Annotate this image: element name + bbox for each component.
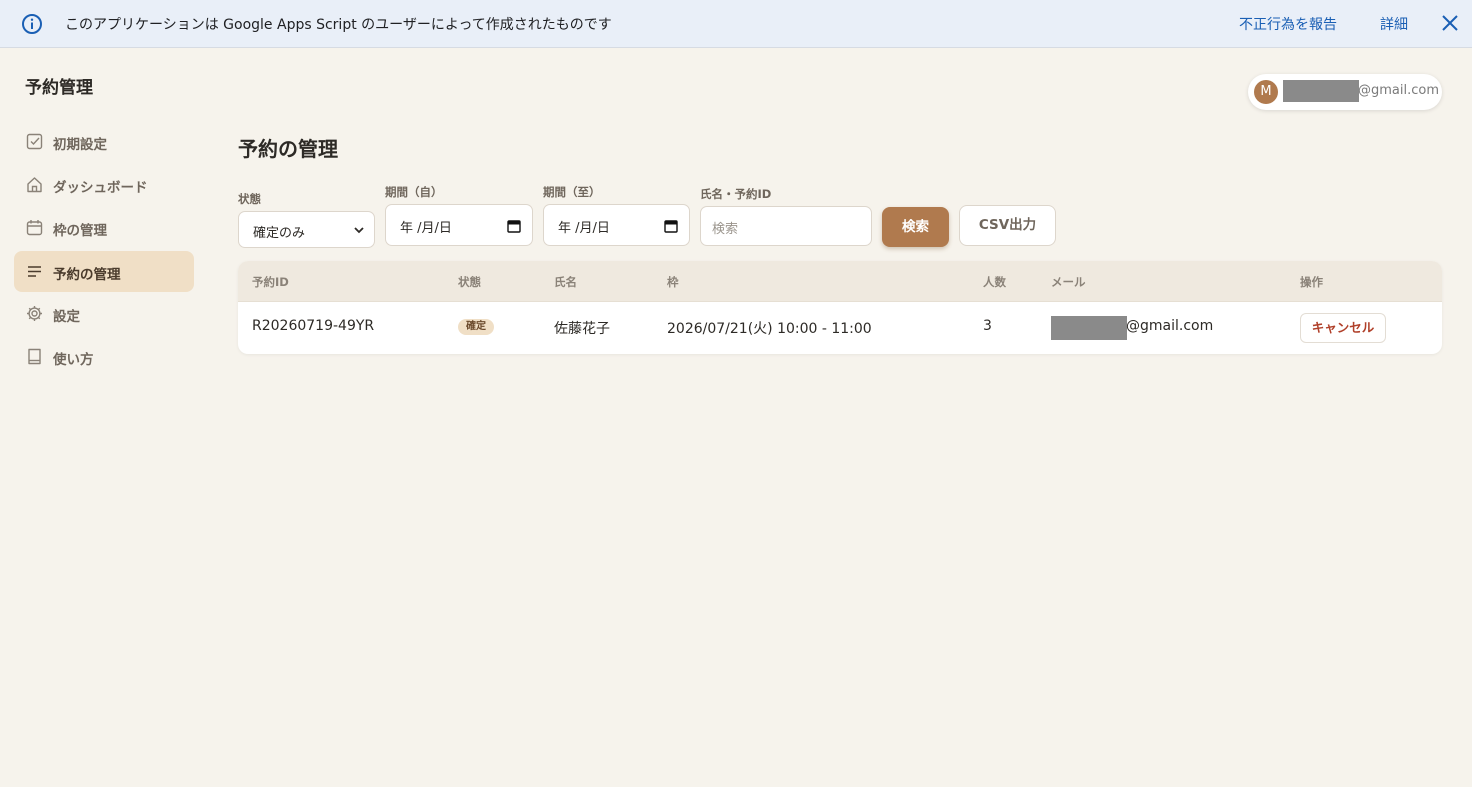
sidebar-item-label: ダッシュボード <box>53 180 148 196</box>
reservations-table: 予約ID 状態 氏名 枠 人数 メール 操作 R20260719-49YR 確定… <box>238 261 1442 354</box>
reservation-slot: 2026/07/21(火) 10:00 - 11:00 <box>667 321 872 337</box>
column-header-status: 状態 <box>458 275 481 289</box>
date-to-label: 期間（至） <box>543 185 601 199</box>
table-header: 予約ID 状態 氏名 枠 人数 メール 操作 <box>238 261 1442 302</box>
sidebar-item-initial-setup[interactable]: 初期設定 <box>14 121 194 162</box>
sidebar-item-reservations[interactable]: 予約の管理 <box>14 251 194 292</box>
account-chip[interactable]: M @gmail.com <box>1248 74 1442 110</box>
sidebar-item-how-to-use[interactable]: 使い方 <box>14 336 194 377</box>
info-banner: このアプリケーションは Google Apps Script のユーザーによって… <box>0 0 1472 48</box>
status-select[interactable]: 確定のみ <box>238 211 375 248</box>
banner-message: このアプリケーションは Google Apps Script のユーザーによって… <box>65 17 612 33</box>
app-title: 予約管理 <box>25 78 93 98</box>
column-header-people: 人数 <box>983 275 1006 289</box>
status-select-value: 確定のみ <box>253 226 306 241</box>
redacted-email <box>1051 316 1127 340</box>
info-icon <box>22 14 42 34</box>
sidebar-item-label: 使い方 <box>53 352 94 368</box>
book-icon <box>28 348 41 365</box>
gear-icon <box>27 306 42 321</box>
calendar-icon[interactable] <box>507 219 521 233</box>
details-link[interactable]: 詳細 <box>1380 14 1408 34</box>
column-header-actions: 操作 <box>1300 275 1323 289</box>
sidebar-item-slots[interactable]: 枠の管理 <box>14 207 194 248</box>
date-from-label: 期間（自） <box>385 185 443 199</box>
search-input-placeholder: 検索 <box>712 222 739 237</box>
redacted-email <box>1283 80 1359 102</box>
query-label: 氏名・予約ID <box>700 187 772 201</box>
checkbox-icon <box>26 133 43 150</box>
cancel-reservation-button[interactable]: キャンセル <box>1300 313 1386 343</box>
column-header-name: 氏名 <box>554 275 577 289</box>
people-count: 3 <box>983 318 992 334</box>
date-from-input[interactable]: 年 /月/日 <box>385 204 533 246</box>
customer-name: 佐藤花子 <box>554 321 610 337</box>
status-filter-label: 状態 <box>238 192 261 206</box>
calendar-icon <box>26 220 43 236</box>
reservation-id: R20260719-49YR <box>252 318 375 334</box>
column-header-slot: 枠 <box>667 275 679 289</box>
date-to-input[interactable]: 年 /月/日 <box>543 204 690 246</box>
account-email: @gmail.com <box>1358 83 1440 98</box>
column-header-id: 予約ID <box>252 275 289 289</box>
sidebar-item-label: 初期設定 <box>53 137 107 153</box>
calendar-icon[interactable] <box>664 219 678 233</box>
sidebar-item-label: 設定 <box>53 309 80 325</box>
sidebar-item-settings[interactable]: 設定 <box>14 293 194 334</box>
sidebar-item-label: 枠の管理 <box>53 223 107 239</box>
search-button[interactable]: 検索 <box>882 207 949 247</box>
page-title: 予約の管理 <box>238 137 338 161</box>
home-icon <box>27 177 42 193</box>
sidebar-item-label: 予約の管理 <box>53 267 121 283</box>
date-from-value: 年 /月/日 <box>400 221 452 236</box>
close-icon[interactable] <box>1440 13 1460 33</box>
avatar: M <box>1254 80 1278 104</box>
date-to-value: 年 /月/日 <box>558 221 610 236</box>
sidebar-item-dashboard[interactable]: ダッシュボード <box>14 164 194 205</box>
status-badge: 確定 <box>458 319 494 335</box>
list-icon <box>28 266 41 277</box>
report-abuse-link[interactable]: 不正行為を報告 <box>1239 14 1337 34</box>
customer-email: @gmail.com <box>1126 318 1214 334</box>
column-header-email: メール <box>1051 275 1086 289</box>
csv-export-button[interactable]: CSV出力 <box>959 205 1056 246</box>
search-input[interactable]: 検索 <box>700 206 872 246</box>
chevron-down-icon <box>354 227 364 234</box>
